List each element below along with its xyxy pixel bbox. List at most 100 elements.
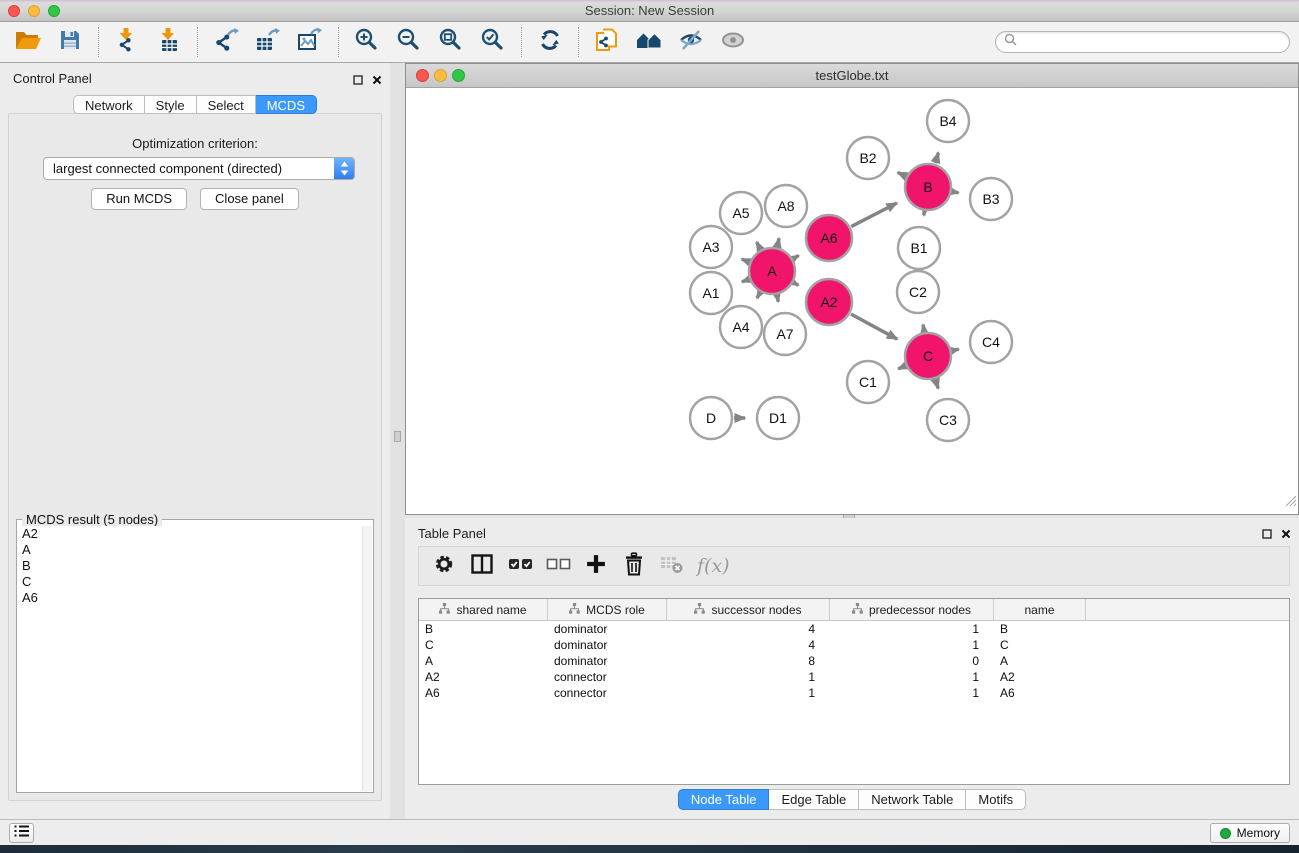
- cell-shared_name[interactable]: A: [419, 653, 548, 669]
- cell-successor_nodes[interactable]: 4: [667, 621, 830, 637]
- result-scrollbar[interactable]: [362, 526, 372, 791]
- graph-edge-C-C3[interactable]: [936, 380, 939, 389]
- panel-divider[interactable]: [390, 63, 405, 819]
- graph-edge-C-C4[interactable]: [952, 349, 958, 350]
- delete-columns-button[interactable]: [617, 550, 651, 582]
- split-view-button[interactable]: [465, 550, 499, 582]
- graph-edge-B-B3[interactable]: [953, 192, 959, 193]
- close-panel-icon[interactable]: [372, 72, 382, 90]
- divider-handle[interactable]: [394, 431, 401, 442]
- float-panel-icon[interactable]: [353, 72, 363, 90]
- table-row[interactable]: Adominator80A: [419, 653, 1289, 669]
- memory-button[interactable]: Memory: [1210, 823, 1290, 843]
- function-builder-button[interactable]: f(x): [697, 555, 730, 577]
- cell-predecessor_nodes[interactable]: 1: [830, 637, 994, 653]
- criterion-select[interactable]: largest connected component (directed): [43, 157, 355, 180]
- column-header-predecessor_nodes[interactable]: predecessor nodes: [830, 599, 994, 620]
- cell-name[interactable]: B: [994, 621, 1086, 637]
- graph-edge-A-A4[interactable]: [757, 293, 760, 298]
- cell-mcds_role[interactable]: dominator: [548, 653, 667, 669]
- task-history-button[interactable]: [9, 823, 34, 843]
- mcds-result-item[interactable]: C: [18, 574, 362, 590]
- tab-network-table[interactable]: Network Table: [859, 789, 966, 810]
- export-network-button[interactable]: [210, 25, 242, 59]
- tab-node-table[interactable]: Node Table: [678, 789, 770, 810]
- select-stepper[interactable]: [334, 158, 354, 179]
- graph-edge-B-B4[interactable]: [935, 153, 938, 164]
- cell-name[interactable]: A6: [994, 685, 1086, 701]
- graph-edge-A6-B[interactable]: [851, 203, 897, 227]
- cell-predecessor_nodes[interactable]: 1: [830, 621, 994, 637]
- tab-motifs[interactable]: Motifs: [966, 789, 1026, 810]
- select-all-columns-button[interactable]: [503, 550, 537, 582]
- table-settings-button[interactable]: [427, 550, 461, 582]
- cell-name[interactable]: C: [994, 637, 1086, 653]
- graph-edge-C-C2[interactable]: [923, 325, 924, 332]
- tab-edge-table[interactable]: Edge Table: [769, 789, 859, 810]
- mcds-result-item[interactable]: A2: [18, 526, 362, 542]
- graph-edge-A-A7[interactable]: [777, 296, 778, 302]
- export-image-button[interactable]: [294, 25, 326, 59]
- graph-edge-C-C1[interactable]: [898, 366, 905, 369]
- hide-graphics-details-button[interactable]: [675, 25, 707, 59]
- graph-edge-A-A5[interactable]: [757, 242, 761, 249]
- refresh-view-button[interactable]: [534, 25, 566, 59]
- mcds-result-item[interactable]: A: [18, 542, 362, 558]
- table-row[interactable]: Bdominator41B: [419, 621, 1289, 637]
- cell-successor_nodes[interactable]: 8: [667, 653, 830, 669]
- run-mcds-button[interactable]: Run MCDS: [91, 188, 187, 210]
- graph-edge-A-A6[interactable]: [794, 256, 799, 259]
- zoom-out-button[interactable]: [393, 25, 425, 59]
- cell-name[interactable]: A2: [994, 669, 1086, 685]
- zoom-fit-button[interactable]: [435, 25, 467, 59]
- graph-edge-A-A8[interactable]: [777, 238, 779, 246]
- graph-edge-B-B1[interactable]: [924, 212, 925, 216]
- graph-edge-A-A1[interactable]: [742, 280, 749, 282]
- show-graphics-details-button[interactable]: [717, 25, 749, 59]
- first-neighbors-button[interactable]: [633, 25, 665, 59]
- add-column-button[interactable]: [579, 550, 613, 582]
- cell-shared_name[interactable]: C: [419, 637, 548, 653]
- column-header-name[interactable]: name: [994, 599, 1086, 620]
- tab-select[interactable]: Select: [197, 95, 256, 114]
- cell-mcds_role[interactable]: dominator: [548, 621, 667, 637]
- graph-edge-B-B2[interactable]: [898, 172, 906, 176]
- cell-successor_nodes[interactable]: 1: [667, 685, 830, 701]
- cell-shared_name[interactable]: B: [419, 621, 548, 637]
- graph-edge-A-A2[interactable]: [794, 283, 798, 285]
- mcds-result-item[interactable]: B: [18, 558, 362, 574]
- cell-predecessor_nodes[interactable]: 1: [830, 669, 994, 685]
- import-network-button[interactable]: [111, 25, 143, 59]
- tab-style[interactable]: Style: [145, 95, 197, 114]
- zoom-selected-button[interactable]: [477, 25, 509, 59]
- import-table-button[interactable]: [153, 25, 185, 59]
- delete-table-button[interactable]: [655, 550, 689, 582]
- mcds-result-item[interactable]: A6: [18, 590, 362, 606]
- table-row[interactable]: A2connector11A2: [419, 669, 1289, 685]
- cell-shared_name[interactable]: A6: [419, 685, 548, 701]
- cell-shared_name[interactable]: A2: [419, 669, 548, 685]
- save-session-button[interactable]: [54, 25, 86, 59]
- cell-predecessor_nodes[interactable]: 0: [830, 653, 994, 669]
- open-session-button[interactable]: [12, 25, 44, 59]
- tab-network[interactable]: Network: [73, 95, 145, 114]
- unselect-all-columns-button[interactable]: [541, 550, 575, 582]
- cell-name[interactable]: A: [994, 653, 1086, 669]
- graph-edge-A2-C[interactable]: [851, 314, 897, 339]
- cell-successor_nodes[interactable]: 1: [667, 669, 830, 685]
- cell-mcds_role[interactable]: connector: [548, 685, 667, 701]
- float-panel-icon[interactable]: [1262, 526, 1272, 544]
- table-row[interactable]: A6connector11A6: [419, 685, 1289, 701]
- column-header-successor_nodes[interactable]: successor nodes: [667, 599, 830, 620]
- graph-edge-A-A3[interactable]: [742, 259, 749, 262]
- resize-grip[interactable]: [1284, 494, 1297, 512]
- column-header-mcds_role[interactable]: MCDS role: [548, 599, 667, 620]
- search-input[interactable]: [1022, 35, 1281, 50]
- export-table-button[interactable]: [252, 25, 284, 59]
- cell-mcds_role[interactable]: dominator: [548, 637, 667, 653]
- tab-mcds[interactable]: MCDS: [256, 95, 317, 114]
- table-row[interactable]: Cdominator41C: [419, 637, 1289, 653]
- zoom-in-button[interactable]: [351, 25, 383, 59]
- network-canvas[interactable]: B4B2BB3A8A5A6A3B1AA1C2A2A4A7C4CC1DD1C3: [406, 88, 1298, 513]
- column-header-shared_name[interactable]: shared name: [419, 599, 548, 620]
